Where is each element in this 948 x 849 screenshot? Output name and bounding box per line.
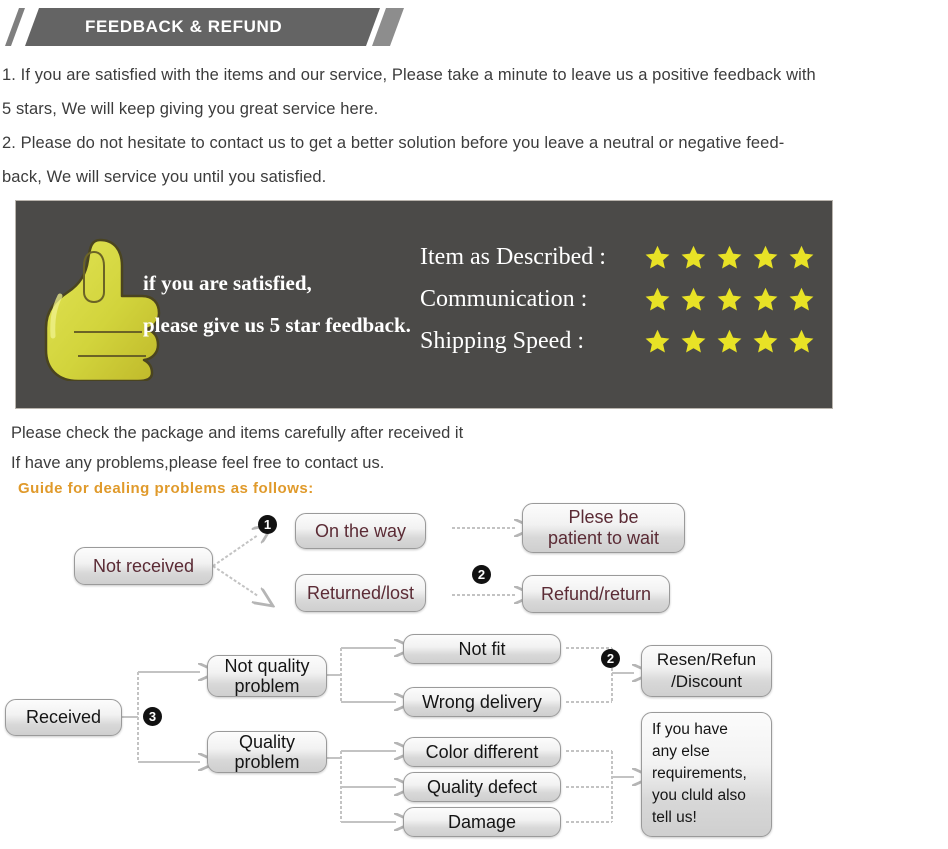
flow2-outcome-line-1: Resen/Refun [656, 650, 757, 669]
flow1-result-refund-return[interactable]: Refund/return [522, 575, 670, 613]
flow2-category-1-line-1: Not quality [224, 656, 310, 676]
star-icon [789, 329, 814, 353]
star-icon [753, 329, 778, 353]
flow2-note-line-2: any else [652, 743, 710, 760]
star-icon [717, 287, 742, 311]
page-title: FEEDBACK & REFUND [85, 17, 283, 36]
star-group [644, 328, 815, 355]
flow1-root-not-received[interactable]: Not received [74, 547, 213, 585]
star-icon [645, 287, 670, 311]
feedback-message-line-2: please give us 5 star feedback. [143, 313, 411, 337]
flow2-outcome-resend-refund-discount[interactable]: Resen/Refun /Discount [641, 645, 772, 697]
star-icon [645, 245, 670, 269]
flow2-issue-not-fit[interactable]: Not fit [403, 634, 561, 664]
feedback-message-line-1: if you are satisfied, [143, 271, 312, 295]
flow2-category-quality-problem[interactable]: Quality problem [207, 731, 327, 773]
rating-row: Communication : [420, 280, 815, 318]
flow2-outcome-line-2: /Discount [671, 672, 742, 691]
star-icon [789, 245, 814, 269]
star-icon [753, 287, 778, 311]
rating-label-communication: Communication : [420, 285, 588, 312]
flow1-cause-on-the-way[interactable]: On the way [295, 513, 426, 549]
flow1-cause-returned-lost[interactable]: Returned/lost [295, 574, 426, 612]
intro-line-3: 2. Please do not hesitate to contact us … [2, 134, 785, 152]
star-icon [645, 329, 670, 353]
flow2-note-line-3: requirements, [652, 765, 747, 782]
star-icon [753, 245, 778, 269]
rating-criteria-list: Item as Described : Communication : Ship… [420, 238, 815, 364]
flow1-result-please-be-patient[interactable]: Plese be patient to wait [522, 503, 685, 553]
flow2-note-additional-requirements[interactable]: If you have any else requirements, you c… [641, 712, 772, 837]
intro-line-4: back, We will service you until you sati… [2, 168, 327, 186]
star-icon [681, 329, 706, 353]
flow2-note-line-1: If you have [652, 721, 728, 738]
flow2-issue-wrong-delivery[interactable]: Wrong delivery [403, 687, 561, 717]
mid-line-2: If have any problems,please feel free to… [11, 454, 385, 472]
feedback-refund-header: FEEDBACK & REFUND [0, 8, 948, 46]
rating-row: Shipping Speed : [420, 322, 815, 360]
flow2-category-2-line-1: Quality [238, 732, 296, 752]
star-icon [717, 245, 742, 269]
flow2-badge-3: 3 [143, 707, 162, 726]
flow2-badge-2: 2 [601, 649, 620, 668]
flow2-category-1-line-2: problem [234, 676, 300, 696]
package-check-text: Please check the package and items caref… [11, 418, 711, 478]
flow1-result-line-2: patient to wait [547, 528, 660, 548]
mid-line-1: Please check the package and items caref… [11, 424, 464, 442]
flow1-result-line-1: Plese be [568, 507, 639, 527]
star-group [644, 286, 815, 313]
intro-line-1: 1. If you are satisfied with the items a… [2, 66, 816, 84]
flow1-badge-2: 2 [472, 565, 491, 584]
banner-slash-decoration [5, 8, 25, 46]
flow2-category-not-quality-problem[interactable]: Not quality problem [207, 655, 327, 697]
flow1-badge-1: 1 [258, 515, 277, 534]
star-icon [717, 329, 742, 353]
flow2-root-received[interactable]: Received [5, 699, 122, 736]
star-group [644, 244, 815, 271]
flow2-issue-quality-defect[interactable]: Quality defect [403, 772, 561, 802]
feedback-message: if you are satisfied, please give us 5 s… [143, 262, 411, 346]
rating-row: Item as Described : [420, 238, 815, 276]
flow2-note-line-4: you cluld also [652, 787, 746, 804]
intro-line-2: 5 stars, We will keep giving you great s… [2, 100, 379, 118]
rating-label-shipping-speed: Shipping Speed : [420, 327, 585, 354]
flow2-category-2-line-2: problem [234, 752, 300, 772]
flow2-issue-color-different[interactable]: Color different [403, 737, 561, 767]
guide-note: Guide for dealing problems as follows: [18, 480, 314, 497]
flow2-issue-damage[interactable]: Damage [403, 807, 561, 837]
star-icon [681, 245, 706, 269]
flow2-note-line-5: tell us! [652, 809, 697, 826]
star-icon [681, 287, 706, 311]
intro-paragraphs: 1. If you are satisfied with the items a… [2, 58, 946, 194]
rating-label-item-as-described: Item as Described : [420, 243, 606, 270]
star-icon [789, 287, 814, 311]
